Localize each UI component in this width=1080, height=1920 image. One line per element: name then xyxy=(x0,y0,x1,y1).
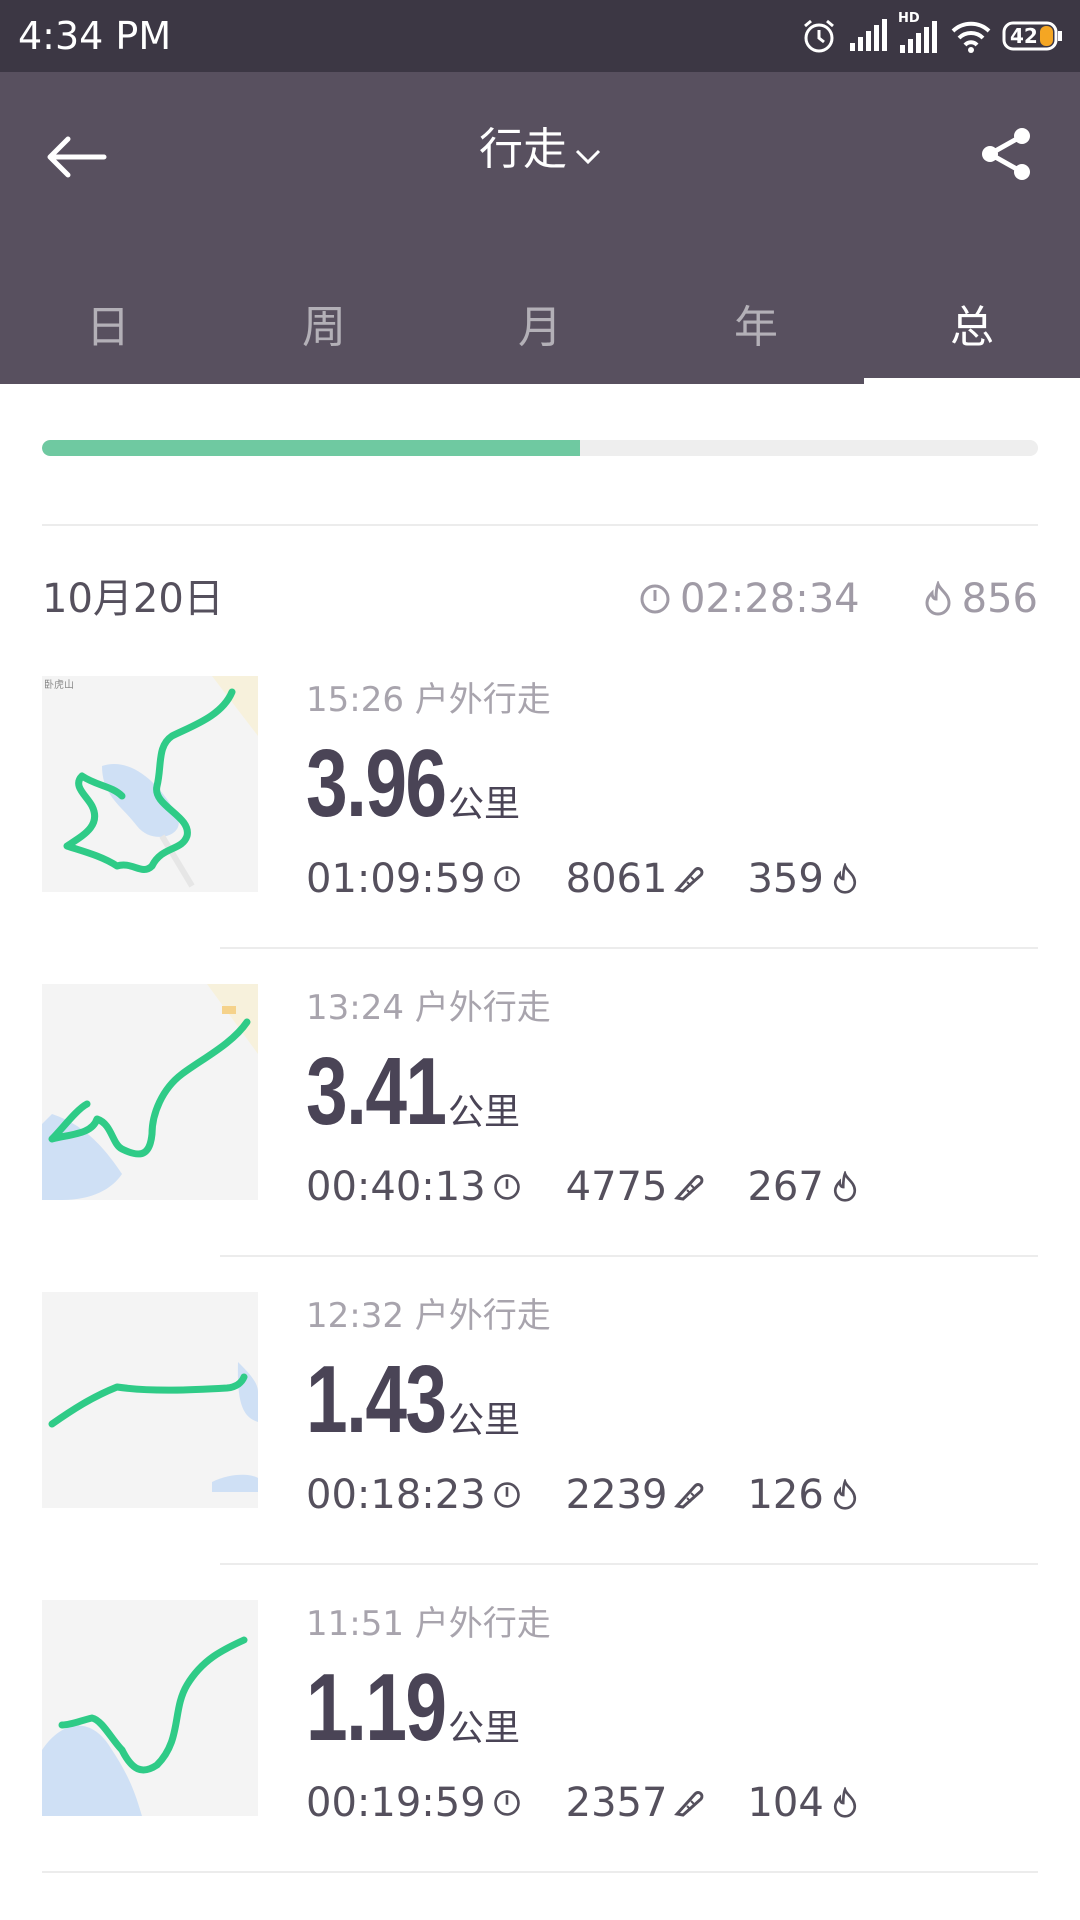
duration-value: 01:09:59 xyxy=(306,856,486,902)
steps-value: 4775 xyxy=(565,1164,668,1210)
wifi-icon xyxy=(950,19,992,53)
calories-value: 104 xyxy=(747,1780,824,1826)
distance-unit: 公里 xyxy=(448,1400,521,1441)
tab-total[interactable]: 总 xyxy=(864,272,1080,384)
workout-stats: 01:09:59 8061 359 xyxy=(306,852,860,906)
workout-distance: 3.96 公里 xyxy=(306,734,520,834)
steps-value: 2239 xyxy=(565,1472,668,1518)
distance-value: 3.41 xyxy=(306,1038,447,1145)
workout-stats: 00:19:59 2357 104 xyxy=(306,1776,860,1830)
share-button[interactable] xyxy=(976,124,1036,184)
route-map-thumbnail: 卧虎山 xyxy=(42,676,258,892)
flame-icon xyxy=(833,1787,856,1818)
distance-unit: 公里 xyxy=(448,784,521,825)
duration-value: 00:40:13 xyxy=(306,1164,486,1210)
status-icons: HD 42 xyxy=(800,11,1064,58)
workout-time-type: 13:24 户外行走 xyxy=(306,988,551,1028)
status-time: 4:34 PM xyxy=(18,14,172,58)
page-title: 行走 xyxy=(479,124,567,175)
duration-icon xyxy=(493,1790,520,1816)
duration-icon xyxy=(493,1174,520,1200)
workout-stats: 00:40:13 4775 267 xyxy=(306,1160,860,1214)
divider xyxy=(42,1871,1038,1873)
alarm-icon xyxy=(800,17,838,55)
date-label: 10月20日 xyxy=(42,576,224,622)
route-map-thumbnail xyxy=(42,1600,258,1816)
distance-value: 1.19 xyxy=(306,1654,447,1761)
flame-icon xyxy=(925,581,951,616)
map-landmark-label: 卧虎山 xyxy=(44,680,74,691)
duration-icon xyxy=(493,1482,520,1508)
distance-unit: 公里 xyxy=(448,1708,521,1749)
hd-label: HD xyxy=(898,11,920,26)
shoe-icon xyxy=(674,1791,704,1817)
workout-stats: 00:18:23 2239 126 xyxy=(306,1468,860,1522)
day-total-duration: 02:28:34 xyxy=(679,576,860,622)
day-summary: 02:28:34 856 xyxy=(638,572,1038,626)
battery-level: 42 xyxy=(1010,24,1038,48)
shoe-icon xyxy=(674,1175,704,1201)
workout-time-type: 11:51 户外行走 xyxy=(306,1604,551,1644)
divider xyxy=(42,524,1038,526)
calories-value: 267 xyxy=(747,1164,824,1210)
workout-distance: 1.19 公里 xyxy=(306,1658,520,1758)
distance-value: 1.43 xyxy=(306,1346,447,1453)
tab-week[interactable]: 周 xyxy=(216,272,432,384)
workout-time-type: 15:26 户外行走 xyxy=(306,680,551,720)
tab-day[interactable]: 日 xyxy=(0,272,216,384)
signal-icon xyxy=(848,19,888,53)
flame-icon xyxy=(833,1479,856,1510)
flame-icon xyxy=(833,1171,856,1202)
share-icon xyxy=(982,128,1030,180)
chevron-down-icon xyxy=(575,122,601,182)
workout-item[interactable]: 13:24 户外行走 3.41 公里 00:40:13 4775 267 xyxy=(0,984,1080,1292)
tab-year[interactable]: 年 xyxy=(648,272,864,384)
duration-value: 00:19:59 xyxy=(306,1780,486,1826)
shoe-icon xyxy=(674,1483,704,1509)
route-map-thumbnail xyxy=(42,984,258,1200)
route-map-thumbnail xyxy=(42,1292,258,1508)
battery-icon: 42 xyxy=(1002,20,1064,52)
workout-time-type: 12:32 户外行走 xyxy=(306,1296,551,1336)
workout-item[interactable]: 12:32 户外行走 1.43 公里 00:18:23 2239 126 xyxy=(0,1292,1080,1600)
divider xyxy=(220,1255,1038,1257)
workout-item[interactable]: 卧虎山 15:26 户外行走 3.96 公里 01:09:59 8061 359 xyxy=(0,676,1080,984)
steps-value: 8061 xyxy=(565,856,668,902)
workout-item[interactable]: 11:51 户外行走 1.19 公里 00:19:59 2357 104 xyxy=(0,1600,1080,1908)
period-tabs: 日 周 月 年 总 xyxy=(0,272,1080,384)
duration-value: 00:18:23 xyxy=(306,1472,486,1518)
app-header: 行走 日 周 月 年 总 xyxy=(0,72,1080,384)
workout-distance: 1.43 公里 xyxy=(306,1350,520,1450)
flame-icon xyxy=(833,863,856,894)
activity-type-selector[interactable]: 行走 xyxy=(0,120,1080,182)
distance-unit: 公里 xyxy=(448,1092,521,1133)
hd-signal-icon: HD xyxy=(898,11,940,55)
divider xyxy=(220,947,1038,949)
steps-value: 2357 xyxy=(565,1780,668,1826)
workout-distance: 3.41 公里 xyxy=(306,1042,520,1142)
day-total-calories: 856 xyxy=(961,576,1038,622)
duration-icon xyxy=(493,866,520,892)
status-bar: 4:34 PM HD 42 xyxy=(0,0,1080,72)
shoe-icon xyxy=(674,867,704,893)
progress-bar xyxy=(42,440,1038,456)
duration-icon xyxy=(640,584,670,614)
divider xyxy=(220,1563,1038,1565)
calories-value: 126 xyxy=(747,1472,824,1518)
progress-fill xyxy=(42,440,580,456)
calories-value: 359 xyxy=(747,856,824,902)
tab-month[interactable]: 月 xyxy=(432,272,648,384)
distance-value: 3.96 xyxy=(306,730,447,837)
